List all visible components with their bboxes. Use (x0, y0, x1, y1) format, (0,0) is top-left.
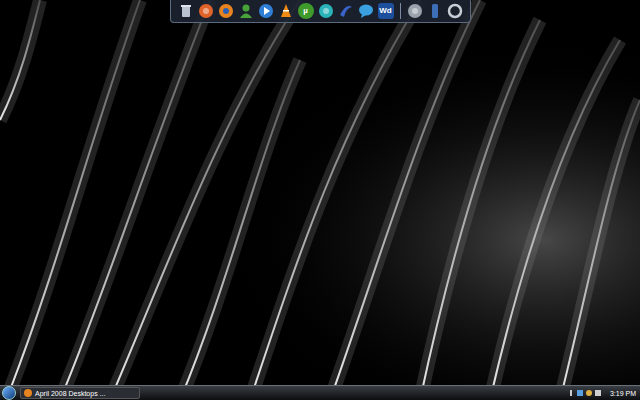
messenger-icon[interactable] (237, 2, 255, 20)
wallpaper (0, 0, 640, 400)
word-icon[interactable]: Wd (377, 2, 395, 20)
swirl-icon[interactable] (337, 2, 355, 20)
phone-icon[interactable] (426, 2, 444, 20)
vlc-icon[interactable] (277, 2, 295, 20)
ring-icon[interactable] (446, 2, 464, 20)
desktop: µ Wd April 2008 Desktops ... 3:19 PM (0, 0, 640, 400)
teal-icon[interactable] (317, 2, 335, 20)
taskbar: April 2008 Desktops ... 3:19 PM (0, 385, 640, 400)
taskbar-button[interactable]: April 2008 Desktops ... (20, 387, 140, 399)
orange-icon[interactable] (197, 2, 215, 20)
start-button[interactable] (2, 386, 16, 400)
volume-icon[interactable] (595, 390, 601, 396)
recycle-icon[interactable] (177, 2, 195, 20)
network-icon[interactable] (577, 390, 583, 396)
disc-icon[interactable] (406, 2, 424, 20)
firefox-icon (24, 389, 32, 397)
torrent-icon[interactable]: µ (297, 2, 315, 20)
dock: µ Wd (170, 0, 471, 23)
player-icon[interactable] (257, 2, 275, 20)
clock[interactable]: 3:19 PM (610, 390, 636, 397)
firefox-icon[interactable] (217, 2, 235, 20)
tray-arrow-icon[interactable] (570, 390, 574, 396)
bubble-icon[interactable] (357, 2, 375, 20)
dock-separator (400, 3, 401, 19)
update-icon[interactable] (586, 390, 592, 396)
system-tray: 3:19 PM (570, 390, 640, 397)
